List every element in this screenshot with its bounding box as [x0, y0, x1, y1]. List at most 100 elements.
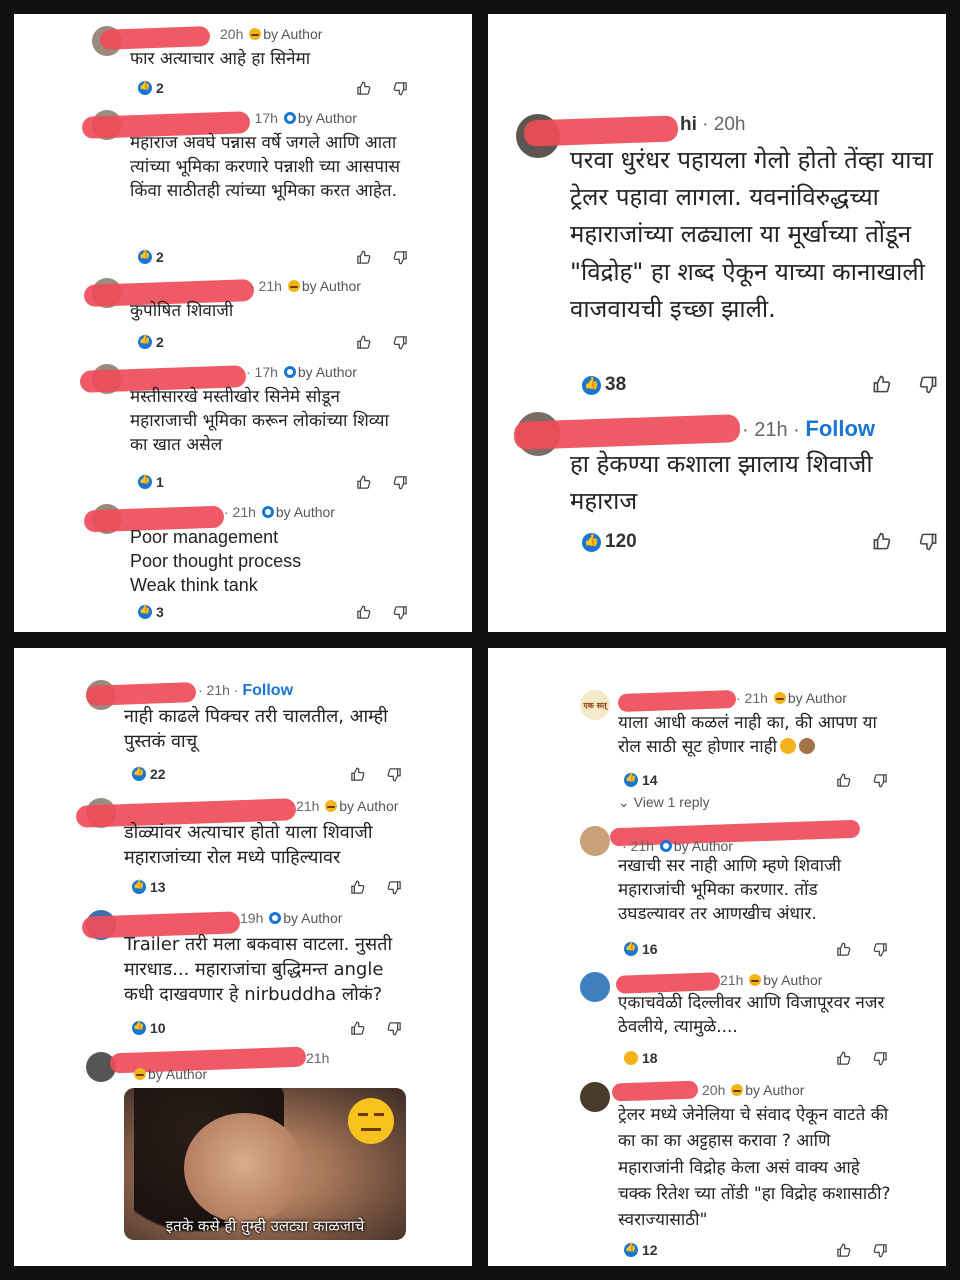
like-count[interactable]: 10	[132, 1020, 166, 1036]
like-icon	[582, 532, 601, 552]
thumbs-down-icon[interactable]	[873, 1051, 888, 1066]
comment-actions	[356, 475, 408, 490]
meme-face	[184, 1113, 304, 1223]
thumbs-down-icon[interactable]	[393, 81, 408, 96]
thumbs-up-icon[interactable]	[356, 81, 371, 96]
thumbs-down-icon[interactable]	[919, 532, 938, 551]
thumbs-down-icon[interactable]	[393, 475, 408, 490]
like-count[interactable]: 2	[138, 249, 164, 265]
comment-meta: 21h by Author	[296, 798, 398, 814]
comment-text: फार अत्याचार आहे हा सिनेमा	[130, 49, 311, 69]
redacted-username	[85, 682, 197, 706]
like-count[interactable]: 38	[582, 374, 626, 396]
thumbs-up-icon[interactable]	[350, 767, 365, 782]
comment-meta: · 21h by Author	[250, 278, 361, 294]
comment-time: · 20h	[702, 114, 746, 135]
comment-time: · 21h	[736, 690, 768, 706]
like-icon	[624, 1242, 638, 1257]
author-badge: by Author	[148, 1066, 208, 1082]
comment-text: Poor management Poor thought process Wea…	[130, 527, 302, 595]
comment-meta: · 21h · Follow	[742, 416, 875, 442]
comment-meta: 21h	[306, 1050, 329, 1066]
thumbs-up-icon[interactable]	[350, 880, 365, 895]
thumbs-up-icon[interactable]	[836, 942, 851, 957]
thumbs-down-icon[interactable]	[387, 1021, 402, 1036]
thumbs-down-icon[interactable]	[393, 335, 408, 350]
avatar[interactable]	[580, 1082, 610, 1112]
thumbs-up-icon[interactable]	[356, 250, 371, 265]
expressionless-emoji-icon	[348, 1098, 394, 1144]
comment-text: डोळ्यांवर अत्याचार होतो याला शिवाजी महार…	[124, 822, 373, 869]
comment-time: · 21h ·	[198, 682, 239, 698]
comment-author-tail: hi	[680, 114, 697, 135]
comment-text: हा हेकण्या कशाला झालाय शिवाजी महाराज	[570, 450, 873, 516]
comment-actions	[836, 942, 888, 957]
meme-image[interactable]: इतके कसे ही तुम्ही उलट्या काळजाचे	[124, 1088, 406, 1240]
author-badge: by Author	[339, 798, 399, 814]
view-replies-link[interactable]: ⌄ View 1 reply	[618, 794, 710, 811]
thumbs-down-icon[interactable]	[387, 767, 402, 782]
thumbs-up-icon[interactable]	[872, 532, 891, 551]
thumbs-up-icon[interactable]	[836, 1243, 851, 1258]
comment-meta: 21h by Author	[720, 972, 822, 988]
author-badge-icon	[283, 366, 296, 378]
thumbs-up-icon[interactable]	[356, 475, 371, 490]
like-count[interactable]: 12	[624, 1242, 658, 1258]
thumbs-up-icon[interactable]	[836, 773, 851, 788]
thumbs-up-icon[interactable]	[356, 605, 371, 620]
follow-button[interactable]: Follow	[805, 416, 875, 441]
comment-text: कुपोषित शिवाजी	[130, 301, 234, 321]
comment-time: 21h	[306, 1050, 330, 1066]
like-icon	[582, 375, 601, 395]
thumbs-down-icon[interactable]	[393, 605, 408, 620]
comment-time: · 21h ·	[742, 419, 800, 441]
comment-actions	[350, 767, 402, 782]
comment-text: Trailer तरी मला बकवास वाटला. नुसती मारधा…	[124, 934, 393, 1006]
like-count[interactable]: 22	[132, 766, 166, 782]
comment-meta: hi · 20h	[680, 114, 745, 136]
thumbs-up-icon[interactable]	[872, 375, 891, 394]
comment-text: महाराज अवघे पन्नास वर्षे जगले आणि आता त्…	[130, 133, 400, 201]
thumbs-up-icon[interactable]	[350, 1021, 365, 1036]
thumbs-down-icon[interactable]	[387, 880, 402, 895]
avatar[interactable]	[580, 826, 610, 856]
comment-meta: 20h by Author	[702, 1082, 804, 1098]
follow-button[interactable]: Follow	[242, 682, 293, 699]
thumbs-down-icon[interactable]	[919, 375, 938, 394]
thumbs-down-icon[interactable]	[873, 773, 888, 788]
like-count[interactable]: 1	[138, 474, 164, 490]
thumbs-down-icon[interactable]	[873, 942, 888, 957]
thumbs-down-icon[interactable]	[873, 1243, 888, 1258]
like-count[interactable]: 2	[138, 334, 164, 350]
comment-actions	[872, 375, 938, 394]
comment-author-row: by Author	[132, 1066, 207, 1082]
thumbs-up-icon[interactable]	[356, 335, 371, 350]
comment-time: · 21h	[622, 838, 654, 854]
like-count[interactable]: 18	[624, 1050, 658, 1066]
thumbs-down-icon[interactable]	[393, 250, 408, 265]
like-count[interactable]: 2	[138, 80, 164, 96]
avatar[interactable]	[580, 972, 610, 1002]
author-badge: by Author	[745, 1082, 805, 1098]
comment-actions	[872, 532, 938, 551]
redacted-username	[615, 972, 721, 994]
comment-time: 21h	[296, 798, 320, 814]
like-icon	[624, 772, 638, 787]
comment-text: परवा धुरंधर पहायला गेलो होतो तेंव्हा याच…	[570, 146, 933, 323]
author-reaction-icon	[287, 280, 300, 292]
like-count[interactable]: 3	[138, 604, 164, 620]
comment-meta: · 17h by Author	[246, 364, 357, 380]
like-count[interactable]: 14	[624, 772, 658, 788]
like-count[interactable]: 120	[582, 531, 637, 553]
avatar[interactable]: एक सत्	[580, 690, 610, 720]
comment-meta: · 21h · Follow	[198, 682, 293, 700]
like-count[interactable]: 16	[624, 941, 658, 957]
author-reaction-icon	[749, 974, 762, 986]
avatar-text: एक सत्	[583, 700, 607, 710]
author-badge: by Author	[787, 690, 847, 706]
like-count[interactable]: 13	[132, 879, 166, 895]
author-reaction-icon	[773, 692, 786, 704]
comment-meta: 20h by Author	[220, 26, 322, 42]
thumbs-up-icon[interactable]	[836, 1051, 851, 1066]
author-badge-icon	[659, 840, 672, 852]
